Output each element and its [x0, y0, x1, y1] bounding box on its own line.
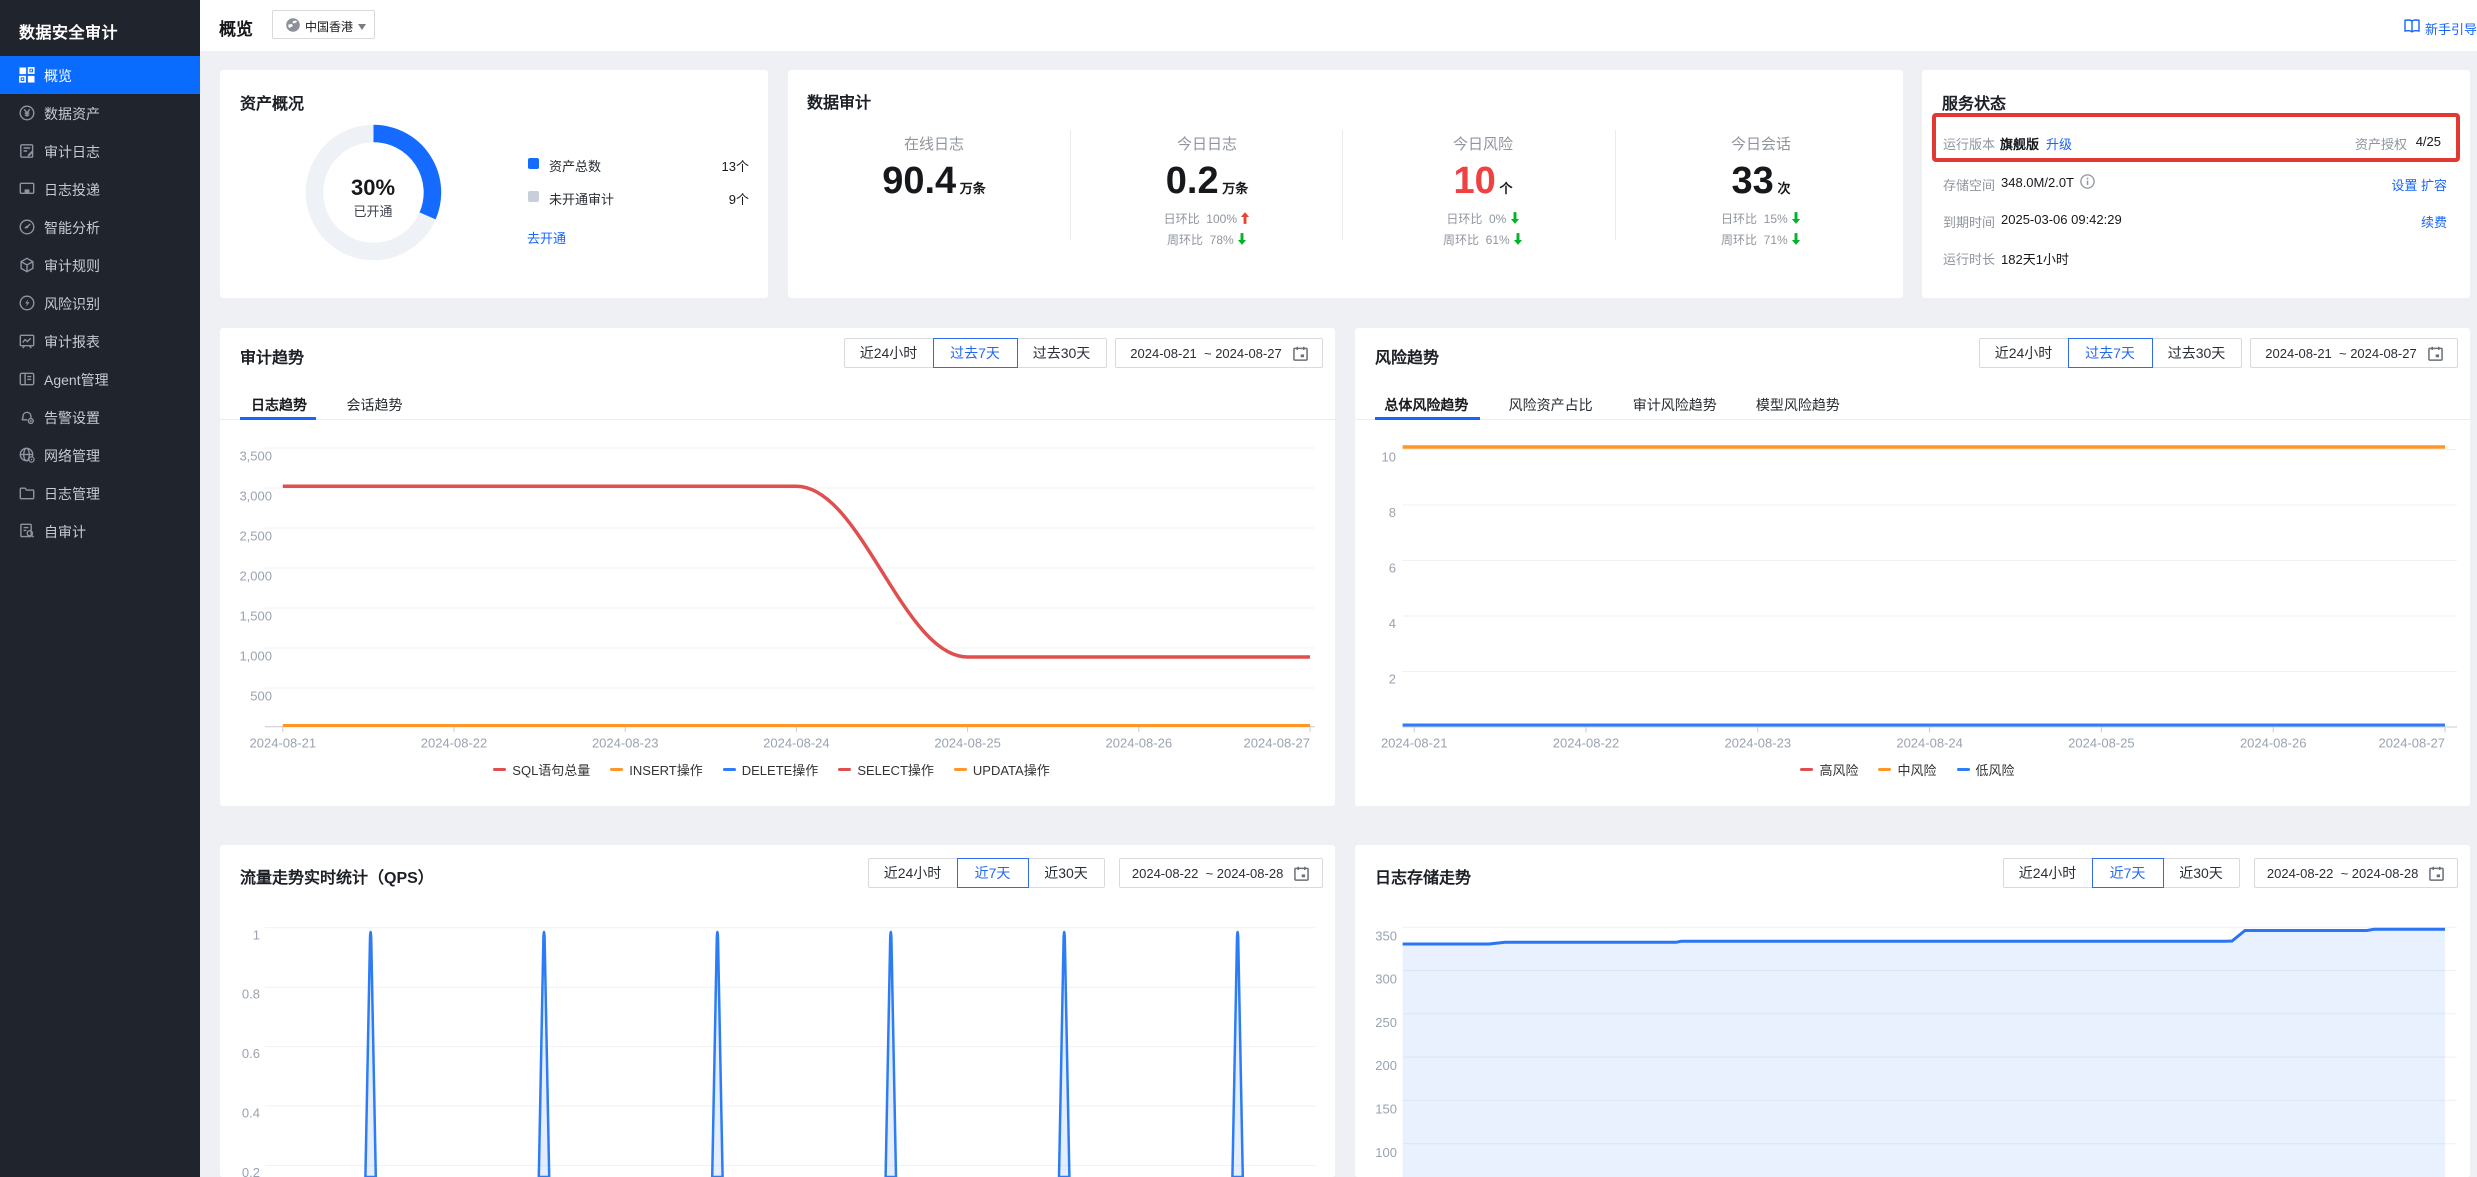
- svg-text:2024-08-26: 2024-08-26: [2240, 736, 2307, 751]
- svg-text:2024-08-26: 2024-08-26: [1106, 736, 1173, 751]
- svg-text:3,000: 3,000: [239, 489, 272, 504]
- svg-text:2024-08-27: 2024-08-27: [1244, 736, 1311, 751]
- svg-text:300: 300: [1375, 972, 1397, 987]
- svg-text:100: 100: [1375, 1145, 1397, 1160]
- svg-text:8: 8: [1389, 505, 1396, 520]
- svg-text:350: 350: [1375, 928, 1397, 943]
- svg-text:2024-08-21: 2024-08-21: [1381, 736, 1448, 751]
- svg-text:2024-08-23: 2024-08-23: [592, 736, 659, 751]
- svg-text:2024-08-21: 2024-08-21: [250, 736, 317, 751]
- svg-text:2024-08-22: 2024-08-22: [1553, 736, 1620, 751]
- svg-text:0.8: 0.8: [242, 987, 260, 1002]
- svg-text:2,500: 2,500: [239, 529, 272, 544]
- svg-text:1: 1: [253, 927, 260, 942]
- svg-text:1,500: 1,500: [239, 609, 272, 624]
- svg-text:0.2: 0.2: [242, 1165, 260, 1177]
- svg-text:6: 6: [1389, 561, 1396, 576]
- svg-text:2024-08-22: 2024-08-22: [421, 736, 488, 751]
- svg-text:4: 4: [1389, 616, 1396, 631]
- svg-text:2024-08-27: 2024-08-27: [2379, 736, 2446, 751]
- svg-text:2,000: 2,000: [239, 569, 272, 584]
- svg-text:150: 150: [1375, 1102, 1397, 1117]
- svg-text:2024-08-23: 2024-08-23: [1725, 736, 1792, 751]
- svg-text:10: 10: [1382, 450, 1396, 465]
- svg-text:250: 250: [1375, 1015, 1397, 1030]
- svg-text:2024-08-24: 2024-08-24: [763, 736, 830, 751]
- svg-text:0.4: 0.4: [242, 1106, 260, 1121]
- svg-text:2024-08-25: 2024-08-25: [934, 736, 1001, 751]
- svg-text:2024-08-24: 2024-08-24: [1896, 736, 1963, 751]
- svg-text:2: 2: [1389, 672, 1396, 687]
- svg-text:500: 500: [250, 689, 272, 704]
- svg-text:1,000: 1,000: [239, 649, 272, 664]
- svg-text:2024-08-25: 2024-08-25: [2068, 736, 2135, 751]
- svg-text:3,500: 3,500: [239, 449, 272, 464]
- svg-text:200: 200: [1375, 1058, 1397, 1073]
- svg-text:0.6: 0.6: [242, 1046, 260, 1061]
